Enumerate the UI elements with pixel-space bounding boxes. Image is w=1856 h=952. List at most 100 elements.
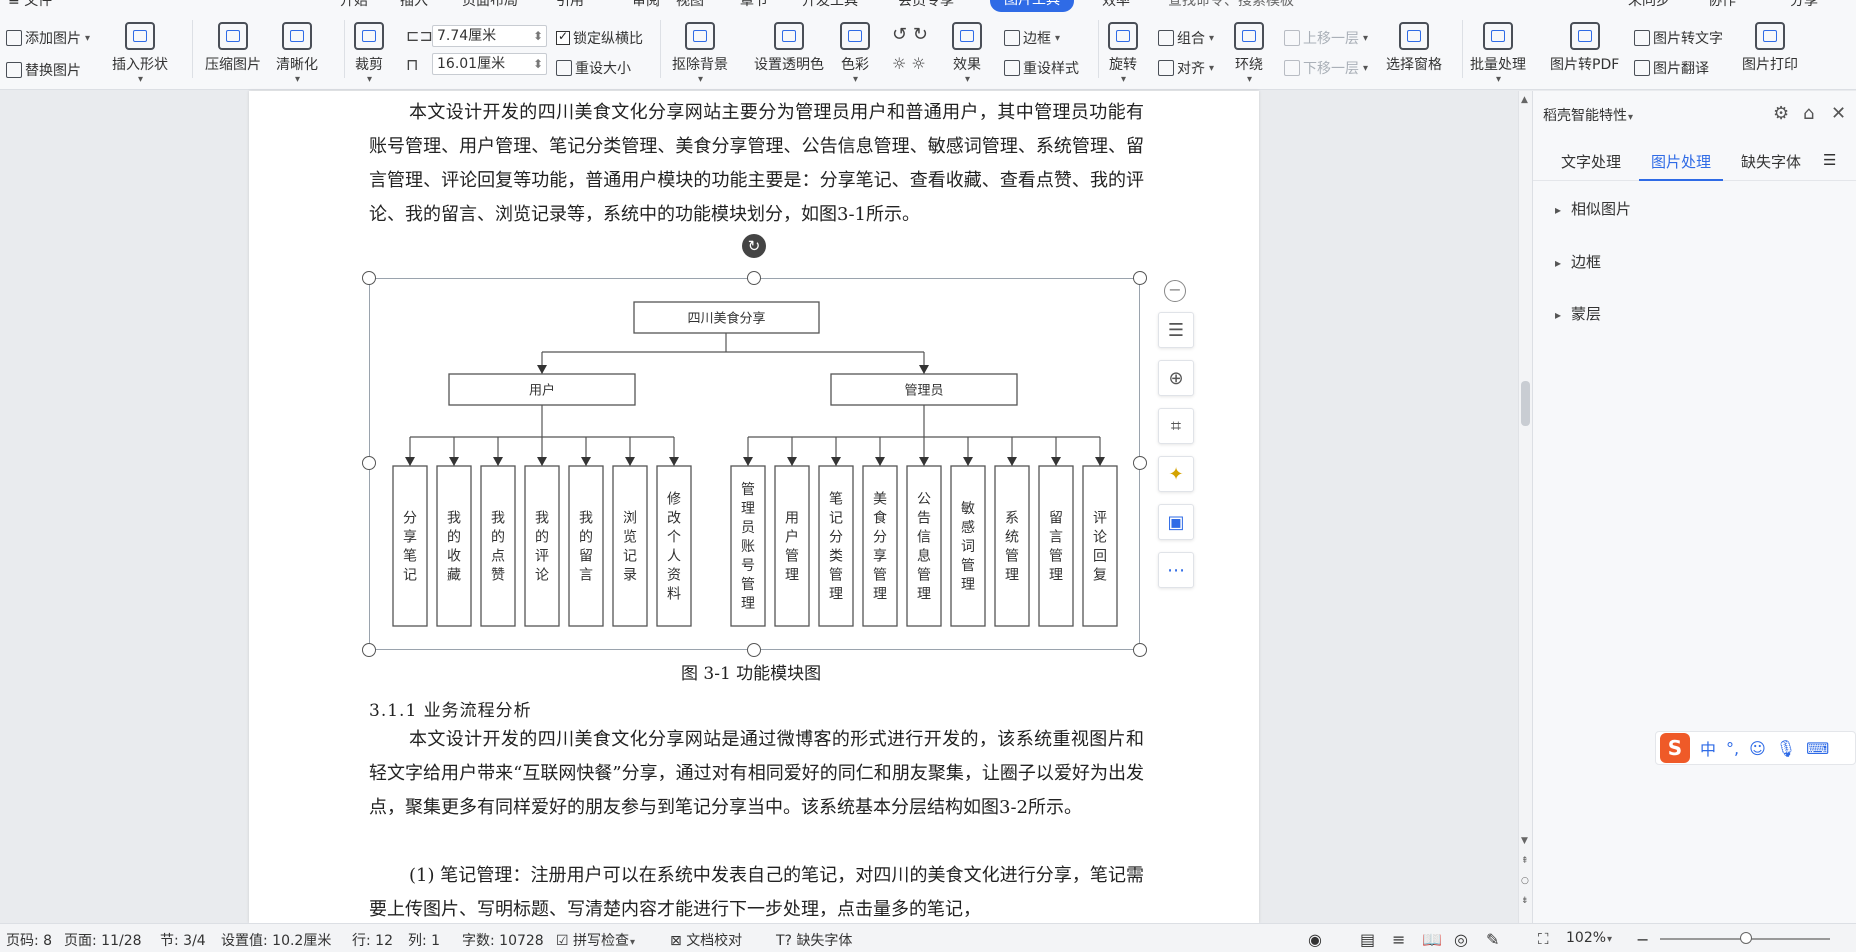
set-transparent-button[interactable]: 设置透明色 xyxy=(754,22,824,74)
missing-font-button[interactable]: T? 缺失字体 xyxy=(776,930,852,950)
prev-page-icon[interactable]: ⇞ xyxy=(1521,856,1529,866)
menu-member[interactable]: 会员专享 xyxy=(898,0,954,10)
section-mask[interactable]: 蒙层 xyxy=(1555,303,1601,324)
resize-handle-b[interactable] xyxy=(747,643,761,657)
read-view-icon[interactable]: 📖 xyxy=(1422,930,1442,949)
search-input[interactable]: 查找命令、搜索模板 xyxy=(1168,0,1294,10)
brightness-icon[interactable]: ☼ ☼ xyxy=(892,54,926,73)
panel-title[interactable]: 稻壳智能特性 xyxy=(1543,105,1633,125)
sharpen-button[interactable]: 清晰化 xyxy=(276,22,318,85)
resize-handle-tl[interactable] xyxy=(362,271,376,285)
emoji-icon[interactable]: ☺ xyxy=(1749,739,1766,758)
rotate-left-icon[interactable]: ↺ ↻ xyxy=(892,24,928,45)
zoom-slider-knob[interactable] xyxy=(1740,932,1753,944)
settings-icon[interactable]: ⚙ xyxy=(1773,103,1789,124)
sync-status[interactable]: 未同步 xyxy=(1628,0,1670,10)
panel-menu-icon[interactable]: ☰ xyxy=(1823,151,1836,169)
resize-handle-tr[interactable] xyxy=(1133,271,1147,285)
reset-size-button[interactable]: 重设大小 xyxy=(556,58,631,78)
zoom-out-icon[interactable]: − xyxy=(1636,930,1649,949)
keyboard-icon[interactable]: ⌨ xyxy=(1806,739,1829,758)
pin-icon[interactable]: ⌂ xyxy=(1803,103,1814,124)
eye-protect-icon[interactable]: ◉ xyxy=(1308,930,1322,949)
send-backward-button[interactable]: 下移一层 xyxy=(1284,58,1368,78)
insert-shape-button[interactable]: 插入形状 xyxy=(112,22,168,85)
web-view-icon[interactable]: ◎ xyxy=(1454,930,1468,949)
vertical-scrollbar[interactable]: ▲ ▼ ⇞ ○ ⇟ xyxy=(1518,91,1532,923)
menu-chapter[interactable]: 章节 xyxy=(740,0,768,10)
close-icon[interactable]: ✕ xyxy=(1831,103,1846,124)
menu-file[interactable]: ≡ 文件 xyxy=(8,0,52,10)
spell-check-button[interactable]: ☑ 拼写检查 xyxy=(556,930,635,950)
outline-view-icon[interactable]: ≡ xyxy=(1392,930,1405,949)
width-input[interactable]: 16.01厘米 xyxy=(432,53,547,75)
scroll-up-icon[interactable]: ▲ xyxy=(1521,95,1528,105)
word-count[interactable]: 字数: 10728 xyxy=(462,930,544,950)
menu-devtools[interactable]: 开发工具 xyxy=(802,0,858,10)
resize-handle-br[interactable] xyxy=(1133,643,1147,657)
menu-picture-tools[interactable]: 图片工具 xyxy=(990,0,1074,12)
tab-image-processing[interactable]: 图片处理 xyxy=(1651,151,1711,172)
collapse-icon[interactable]: − xyxy=(1164,280,1186,302)
paragraph-3[interactable]: (1) 笔记管理：注册用户可以在系统中发表自己的笔记，对四川的美食文化进行分享，… xyxy=(369,859,1144,923)
menu-insert[interactable]: 插入 xyxy=(400,0,428,10)
image-to-text-float-icon[interactable]: ▣ xyxy=(1158,504,1194,540)
scroll-thumb[interactable] xyxy=(1521,381,1530,426)
selection-pane-button[interactable]: 选择窗格 xyxy=(1386,22,1442,74)
color-button[interactable]: 色彩 xyxy=(840,22,870,85)
tab-missing-fonts[interactable]: 缺失字体 xyxy=(1741,151,1801,172)
ime-toolbar[interactable]: S 中 °, ☺ 🎙 ⌨ xyxy=(1655,731,1856,765)
rotate-button[interactable]: 旋转 xyxy=(1108,22,1138,85)
page-view-icon[interactable]: ▤ xyxy=(1360,930,1375,949)
mic-icon[interactable]: 🎙 xyxy=(1776,739,1796,758)
image-to-text-button[interactable]: 图片转文字 xyxy=(1634,28,1723,48)
paragraph-1[interactable]: 本文设计开发的四川美食文化分享网站主要分为管理员用户和普通用户，其中管理员功能有… xyxy=(369,96,1144,232)
scroll-down-icon[interactable]: ▼ xyxy=(1521,836,1528,846)
tab-text-processing[interactable]: 文字处理 xyxy=(1561,151,1621,172)
align-button[interactable]: 对齐 xyxy=(1158,58,1214,78)
next-page-icon[interactable]: ⇟ xyxy=(1521,896,1529,906)
status-setting[interactable]: 设置值: 10.2厘米 xyxy=(221,930,331,950)
image-selection-frame[interactable] xyxy=(369,278,1140,650)
image-to-pdf-button[interactable]: 图片转PDF xyxy=(1550,22,1619,74)
wrap-button[interactable]: 环绕 xyxy=(1234,22,1264,85)
section-border[interactable]: 边框 xyxy=(1555,251,1601,272)
crop-float-icon[interactable]: ⌗ xyxy=(1158,408,1194,444)
layout-options-icon[interactable]: ☰ xyxy=(1158,312,1194,348)
ime-punct[interactable]: °, xyxy=(1726,739,1739,758)
add-image-button[interactable]: 添加图片 xyxy=(6,28,90,48)
status-col[interactable]: 列: 1 xyxy=(408,930,440,950)
crop-button[interactable]: 裁剪 xyxy=(354,22,384,85)
zoom-slider[interactable] xyxy=(1660,932,1830,944)
menu-view[interactable]: 视图 xyxy=(676,0,704,10)
replace-image-button[interactable]: 替换图片 xyxy=(6,60,81,80)
image-translate-button[interactable]: 图片翻译 xyxy=(1634,58,1709,78)
figure-caption[interactable]: 图 3-1 功能模块图 xyxy=(681,659,821,684)
write-view-icon[interactable]: ✎ xyxy=(1486,930,1499,949)
section-heading[interactable]: 3.1.1 业务流程分析 xyxy=(369,696,532,721)
collab-button[interactable]: 协作 xyxy=(1708,0,1736,10)
image-print-button[interactable]: 图片打印 xyxy=(1742,22,1798,74)
doc-proof-button[interactable]: ⊠ 文档校对 xyxy=(670,930,742,950)
menu-home[interactable]: 开始 xyxy=(340,0,368,10)
more-icon[interactable]: ⋯ xyxy=(1158,552,1194,588)
resize-handle-r[interactable] xyxy=(1133,456,1147,470)
menu-review[interactable]: 审阅 xyxy=(632,0,660,10)
border-button[interactable]: 边框 xyxy=(1004,28,1060,48)
zoom-level[interactable]: 102% xyxy=(1566,930,1612,946)
height-input[interactable]: 7.74厘米 xyxy=(432,25,547,47)
idea-icon[interactable]: ✦ xyxy=(1158,456,1194,492)
status-section[interactable]: 节: 3/4 xyxy=(160,930,206,950)
share-button[interactable]: 分享 xyxy=(1790,0,1818,10)
status-row[interactable]: 行: 12 xyxy=(352,930,393,950)
resize-handle-bl[interactable] xyxy=(362,643,376,657)
reset-style-button[interactable]: 重设样式 xyxy=(1004,58,1079,78)
fit-page-icon[interactable]: ⛶ xyxy=(1538,930,1549,948)
menu-references[interactable]: 引用 xyxy=(556,0,584,10)
paragraph-2[interactable]: 本文设计开发的四川美食文化分享网站是通过微博客的形式进行开发的，该系统重视图片和… xyxy=(369,723,1144,825)
bring-forward-button[interactable]: 上移一层 xyxy=(1284,28,1368,48)
effects-button[interactable]: 效果 xyxy=(952,22,982,85)
lock-ratio-checkbox[interactable]: 锁定纵横比 xyxy=(556,28,643,48)
resize-handle-l[interactable] xyxy=(362,456,376,470)
status-page[interactable]: 页面: 11/28 xyxy=(64,930,142,950)
